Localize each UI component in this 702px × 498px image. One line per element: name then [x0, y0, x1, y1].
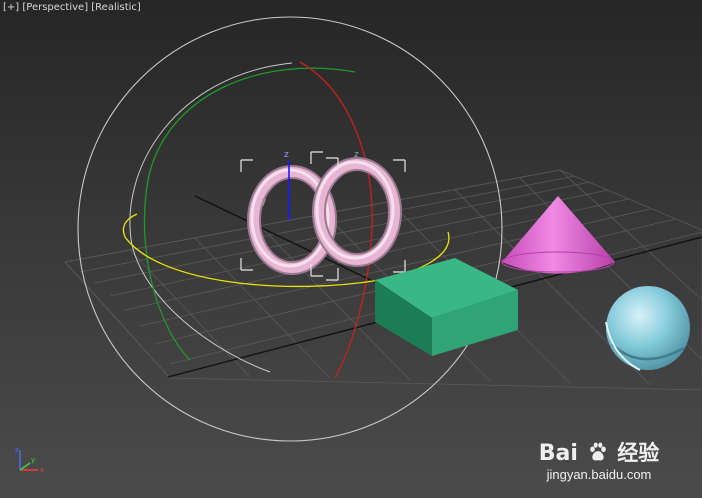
svg-text:x: x [40, 466, 44, 474]
world-axis-tripod: z x y [15, 446, 44, 474]
scene-canvas[interactable]: z y z z x y [0, 0, 702, 498]
svg-text:z: z [354, 150, 359, 160]
svg-text:y: y [31, 456, 35, 464]
svg-text:y: y [261, 197, 267, 207]
viewport-menu-plus[interactable]: [+] [3, 2, 19, 13]
transform-axis-z-2[interactable]: z [354, 150, 359, 160]
box-object[interactable] [375, 258, 518, 356]
watermark-url: jingyan.baidu.com [546, 467, 652, 482]
paw-icon [589, 442, 606, 461]
rotate-gizmo[interactable] [77, 16, 503, 442]
sphere-object[interactable] [605, 286, 690, 371]
gizmo-outer-circle[interactable] [77, 16, 503, 442]
cone-object[interactable] [501, 196, 615, 274]
transform-axis-y[interactable]: y [261, 197, 267, 207]
svg-text:z: z [15, 446, 19, 454]
watermark-brand-left: Bai [538, 441, 578, 466]
viewport-menu-shading[interactable]: [Realistic] [91, 2, 141, 13]
watermark-brand-right: 经验 [617, 441, 660, 465]
viewport-label: [+] [Perspective] [Realistic] [3, 2, 141, 13]
baidu-jingyan-watermark: Bai 经验 jingyan.baidu.com [534, 437, 664, 482]
perspective-viewport[interactable]: z y z z x y [+] [Perspective] [Realistic… [0, 0, 702, 498]
transform-axis-z[interactable]: z [284, 150, 290, 220]
viewport-menu-perspective[interactable]: [Perspective] [22, 2, 88, 13]
svg-text:z: z [284, 150, 289, 160]
